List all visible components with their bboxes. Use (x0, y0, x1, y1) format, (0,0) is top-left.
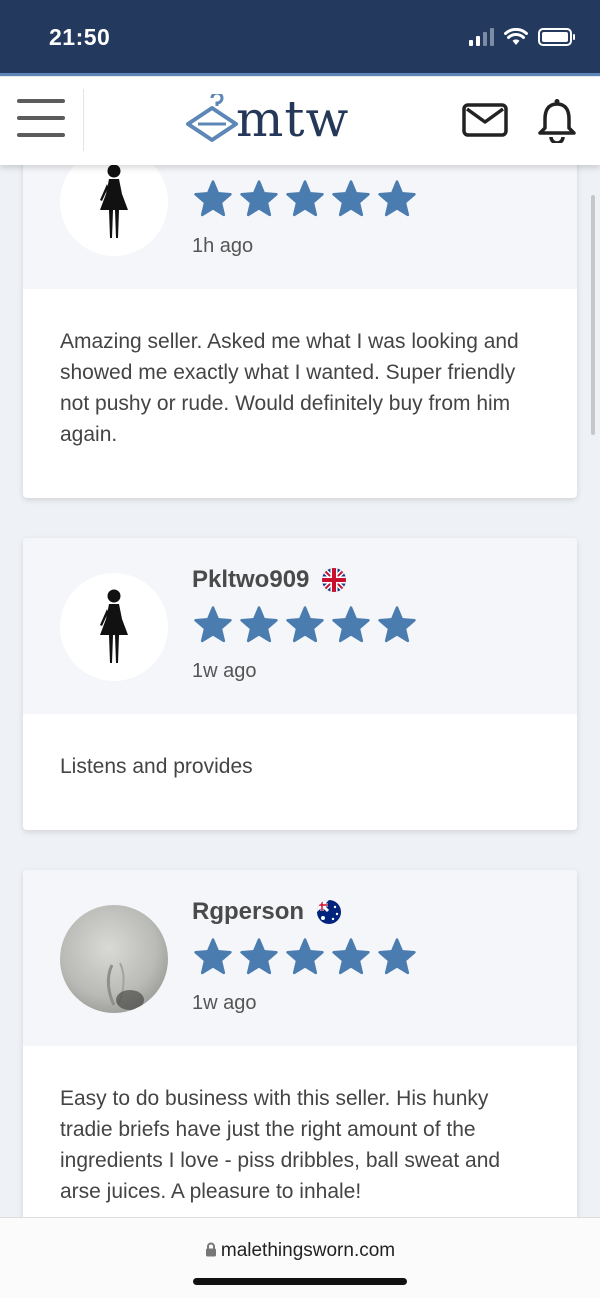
star-rating (192, 937, 418, 977)
star-icon (240, 606, 278, 643)
reviewer-avatar-photo[interactable] (60, 905, 168, 1013)
notifications-button[interactable] (536, 97, 578, 148)
review-time: 1w ago (192, 992, 257, 1014)
messages-button[interactable] (462, 103, 508, 142)
review-text: Easy to do business with this seller. Hi… (60, 1087, 501, 1203)
star-icon (378, 180, 416, 217)
star-icon (194, 180, 232, 217)
cellular-signal-icon (469, 28, 494, 46)
reviews-feed[interactable]: 1h ago Amazing seller. Asked me what I w… (0, 165, 600, 1217)
url-row[interactable]: malethingsworn.com (0, 1240, 600, 1262)
home-indicator[interactable] (193, 1278, 407, 1285)
url-text: malethingsworn.com (220, 1240, 396, 1261)
wifi-icon (504, 28, 528, 45)
review-card: Rgperson 1w ago Easy to do business with… (23, 870, 577, 1217)
uk-flag-icon (322, 568, 347, 592)
review-text: Listens and provides (60, 755, 253, 778)
header-divider (83, 89, 84, 151)
reviewer-avatar[interactable] (60, 165, 168, 256)
hanger-logo-icon (186, 94, 238, 142)
hamburger-menu-button[interactable] (17, 99, 65, 139)
star-icon (286, 180, 324, 217)
review-time: 1h ago (192, 235, 254, 257)
logo-text: mtw (236, 90, 350, 148)
star-icon (194, 606, 232, 643)
star-rating (192, 179, 418, 219)
star-icon (240, 180, 278, 217)
site-logo[interactable]: mtw (184, 94, 349, 144)
australia-flag-icon (317, 900, 342, 924)
star-icon (378, 938, 416, 975)
app-header: mtw (0, 77, 600, 165)
review-card: 1h ago Amazing seller. Asked me what I w… (23, 165, 577, 498)
avatar-photo-image (106, 962, 144, 1010)
star-icon (286, 606, 324, 643)
review-time: 1w ago (192, 660, 257, 682)
reviewer-name-row: Rgperson (192, 898, 342, 926)
star-icon (332, 180, 370, 217)
reviewer-name[interactable]: Rgperson (192, 898, 304, 926)
envelope-icon (462, 103, 508, 137)
bell-icon (538, 99, 576, 145)
scrollbar[interactable] (591, 195, 595, 435)
browser-address-bar[interactable]: malethingsworn.com (0, 1217, 600, 1298)
star-icon (240, 938, 278, 975)
status-bar: 21:50 (0, 0, 600, 76)
reviewer-name-row: Pkltwo909 (192, 566, 347, 594)
star-icon (378, 606, 416, 643)
star-icon (194, 938, 232, 975)
female-silhouette-icon (100, 165, 128, 238)
status-time: 21:50 (49, 24, 111, 50)
female-silhouette-icon (100, 589, 128, 663)
battery-icon (538, 28, 575, 46)
review-card: Pkltwo909 1w ago Listens and provides (23, 538, 577, 830)
reviewer-avatar[interactable] (60, 573, 168, 681)
lock-icon (205, 1242, 216, 1257)
star-icon (332, 938, 370, 975)
review-header: Pkltwo909 1w ago (23, 538, 577, 714)
reviewer-name[interactable]: Pkltwo909 (192, 566, 309, 594)
star-icon (286, 938, 324, 975)
review-header: 1h ago (23, 165, 577, 289)
status-icons (469, 28, 575, 46)
star-rating (192, 605, 418, 645)
review-header: Rgperson 1w ago (23, 870, 577, 1046)
star-icon (332, 606, 370, 643)
review-text: Amazing seller. Asked me what I was look… (60, 330, 519, 446)
